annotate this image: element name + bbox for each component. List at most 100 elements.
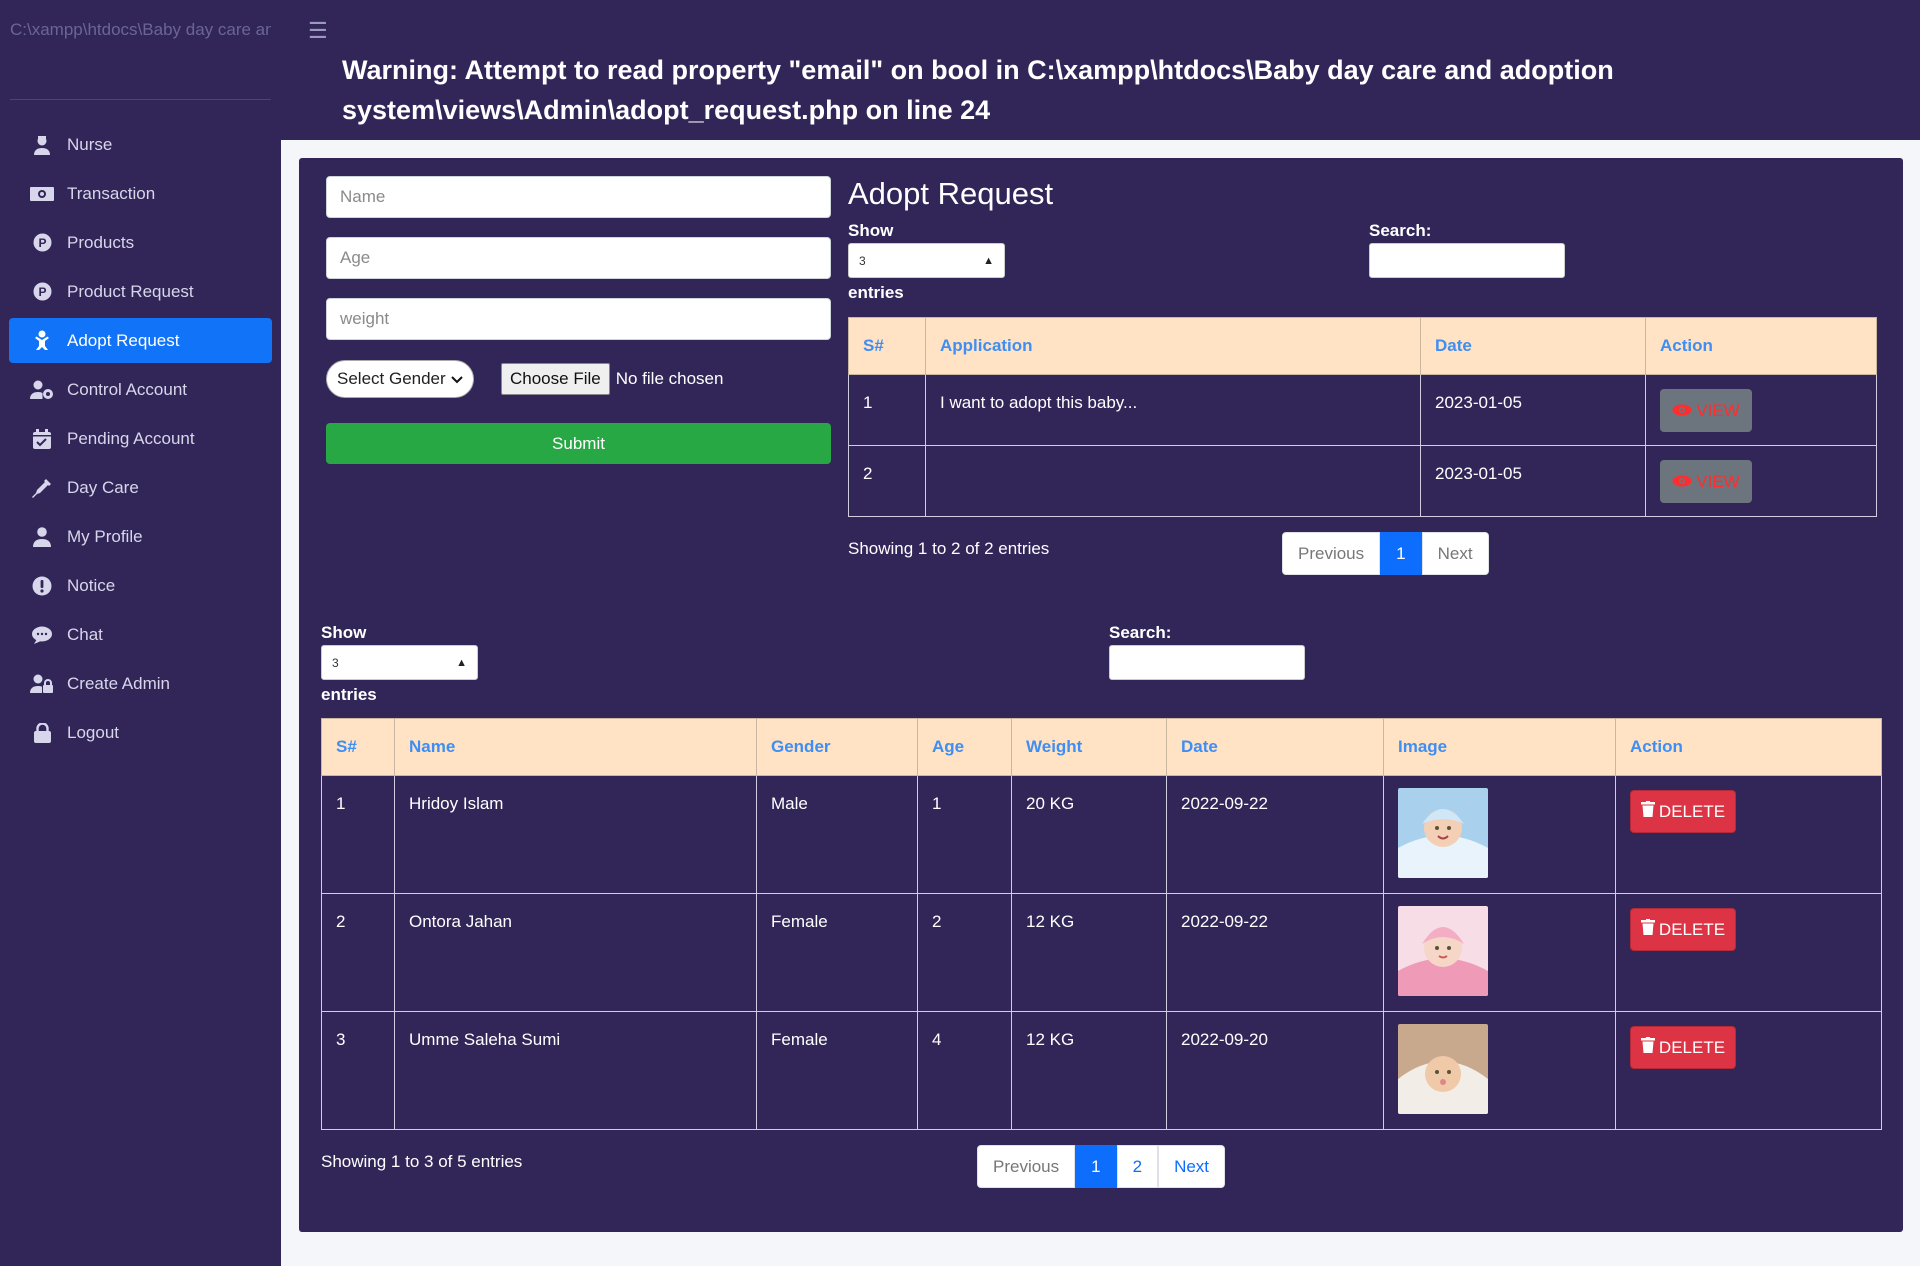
baby-photo	[1398, 906, 1488, 996]
weight-input[interactable]	[326, 298, 831, 340]
column-header[interactable]: S#	[321, 718, 395, 776]
sidebar: C:\xampp\htdocs\Baby day care an Nurse T…	[0, 0, 281, 1266]
search-input[interactable]	[1369, 243, 1565, 278]
table-row: 2 Ontora Jahan Female 2 12 KG 2022-09-22…	[321, 893, 1882, 1012]
sidebar-item-product-request[interactable]: P Product Request	[9, 269, 272, 314]
sidebar-item-adopt-request[interactable]: Adopt Request	[9, 318, 272, 363]
next-button[interactable]: Next	[1158, 1145, 1226, 1188]
view-button[interactable]: VIEW	[1660, 460, 1752, 503]
sidebar-item-my-profile[interactable]: My Profile	[9, 514, 272, 559]
eye-icon	[1672, 472, 1692, 492]
sort-arrows-icon: ▲	[456, 656, 467, 669]
choose-file-button[interactable]: Choose File	[501, 363, 610, 395]
cell-age: 2	[917, 893, 1012, 1012]
sidebar-item-day-care[interactable]: Day Care	[9, 465, 272, 510]
sidebar-nav: Nurse Transaction P Products P Product R…	[0, 100, 281, 755]
sidebar-item-label: Nurse	[67, 134, 113, 154]
entries-length-select[interactable]: 3 ▲	[848, 243, 1005, 278]
column-header[interactable]: Image	[1383, 718, 1616, 776]
pagination: Previous 1 Next	[1282, 532, 1489, 575]
cell-sn: 2	[321, 893, 395, 1012]
cell-sn: 3	[321, 1011, 395, 1130]
view-button[interactable]: VIEW	[1660, 389, 1752, 432]
lock-icon	[29, 722, 55, 743]
cell-weight: 12 KG	[1011, 1011, 1167, 1130]
cell-gender: Female	[756, 1011, 918, 1130]
svg-text:P: P	[38, 285, 46, 299]
sidebar-item-chat[interactable]: Chat	[9, 612, 272, 657]
cell-weight: 20 KG	[1011, 775, 1167, 894]
pagination: Previous 1 2 Next	[977, 1145, 1226, 1188]
column-header[interactable]: S#	[848, 317, 926, 375]
cell-weight: 12 KG	[1011, 893, 1167, 1012]
column-header[interactable]: Age	[917, 718, 1012, 776]
cell-age: 1	[917, 775, 1012, 894]
cell-date: 2023-01-05	[1420, 374, 1646, 446]
adopt-request-table: S# Application Date Action 1 I want to a…	[848, 317, 1877, 517]
baby-photo	[1398, 1024, 1488, 1114]
delete-button[interactable]: DELETE	[1630, 790, 1736, 833]
sidebar-item-products[interactable]: P Products	[9, 220, 272, 265]
sidebar-item-label: Create Admin	[67, 673, 170, 693]
gender-select[interactable]: Select Gender	[326, 360, 474, 398]
next-button[interactable]: Next	[1421, 532, 1489, 575]
previous-button[interactable]: Previous	[1282, 532, 1381, 575]
svg-text:P: P	[38, 236, 46, 250]
column-header[interactable]: Action	[1615, 718, 1882, 776]
table-info: Showing 1 to 3 of 5 entries	[321, 1152, 523, 1171]
page-1-button[interactable]: 1	[1075, 1145, 1117, 1188]
sidebar-item-label: Chat	[67, 624, 103, 644]
column-header[interactable]: Date	[1166, 718, 1384, 776]
product-icon: P	[29, 282, 55, 302]
sidebar-item-pending-account[interactable]: Pending Account	[9, 416, 272, 461]
cell-date: 2022-09-22	[1166, 893, 1384, 1012]
gender-file-row: Select Gender Choose File No file chosen	[326, 359, 831, 399]
sidebar-item-label: Products	[67, 232, 135, 252]
sidebar-item-nurse[interactable]: Nurse	[9, 122, 272, 167]
column-header[interactable]: Application	[925, 317, 1421, 375]
brand-title: C:\xampp\htdocs\Baby day care an	[10, 0, 271, 100]
menu-toggle-icon[interactable]: ☰	[308, 18, 328, 44]
previous-button[interactable]: Previous	[977, 1145, 1076, 1188]
column-header[interactable]: Action	[1645, 317, 1877, 375]
babies-section: Show 3 ▲ entries Search: S# Name Gender …	[321, 623, 1882, 1208]
name-input[interactable]	[326, 176, 831, 218]
baby-photo	[1398, 788, 1488, 878]
age-input[interactable]	[326, 237, 831, 279]
add-baby-form: Select Gender Choose File No file chosen…	[326, 176, 831, 464]
cell-gender: Male	[756, 775, 918, 894]
sidebar-item-logout[interactable]: Logout	[9, 710, 272, 755]
cell-application: I want to adopt this baby...	[925, 374, 1421, 446]
page-2-button[interactable]: 2	[1116, 1145, 1159, 1188]
search-input[interactable]	[1109, 645, 1305, 680]
delete-button[interactable]: DELETE	[1630, 1026, 1736, 1069]
page-1-button[interactable]: 1	[1380, 532, 1422, 575]
column-header[interactable]: Date	[1420, 317, 1646, 375]
sidebar-item-transaction[interactable]: Transaction	[9, 171, 272, 216]
sidebar-item-notice[interactable]: Notice	[9, 563, 272, 608]
column-header[interactable]: Gender	[756, 718, 918, 776]
search-label: Search:	[1109, 623, 1172, 642]
column-header[interactable]: Weight	[1011, 718, 1167, 776]
delete-label: DELETE	[1658, 1037, 1726, 1057]
top-header: ☰ Warning: Attempt to read property "ema…	[281, 0, 1920, 140]
entries-length-select[interactable]: 3 ▲	[321, 645, 478, 680]
php-warning: Warning: Attempt to read property "email…	[342, 55, 1614, 125]
sidebar-item-control-account[interactable]: Control Account	[9, 367, 272, 412]
submit-button[interactable]: Submit	[326, 423, 831, 464]
table-row: 1 Hridoy Islam Male 1 20 KG 2022-09-22 D…	[321, 775, 1882, 894]
delete-button[interactable]: DELETE	[1630, 908, 1736, 951]
column-header[interactable]: Name	[394, 718, 757, 776]
product-icon: P	[29, 233, 55, 253]
babies-table: S# Name Gender Age Weight Date Image Act…	[321, 718, 1882, 1130]
show-label: Show	[848, 221, 894, 240]
trash-icon	[1640, 801, 1655, 822]
sidebar-item-create-admin[interactable]: Create Admin	[9, 661, 272, 706]
sidebar-item-label: Product Request	[67, 281, 194, 301]
delete-label: DELETE	[1658, 919, 1726, 939]
content-card: Select Gender Choose File No file chosen…	[299, 158, 1903, 1232]
sidebar-item-label: My Profile	[67, 526, 143, 546]
syringe-icon	[29, 478, 55, 498]
sidebar-item-label: Transaction	[67, 183, 156, 203]
user-icon	[29, 526, 55, 547]
